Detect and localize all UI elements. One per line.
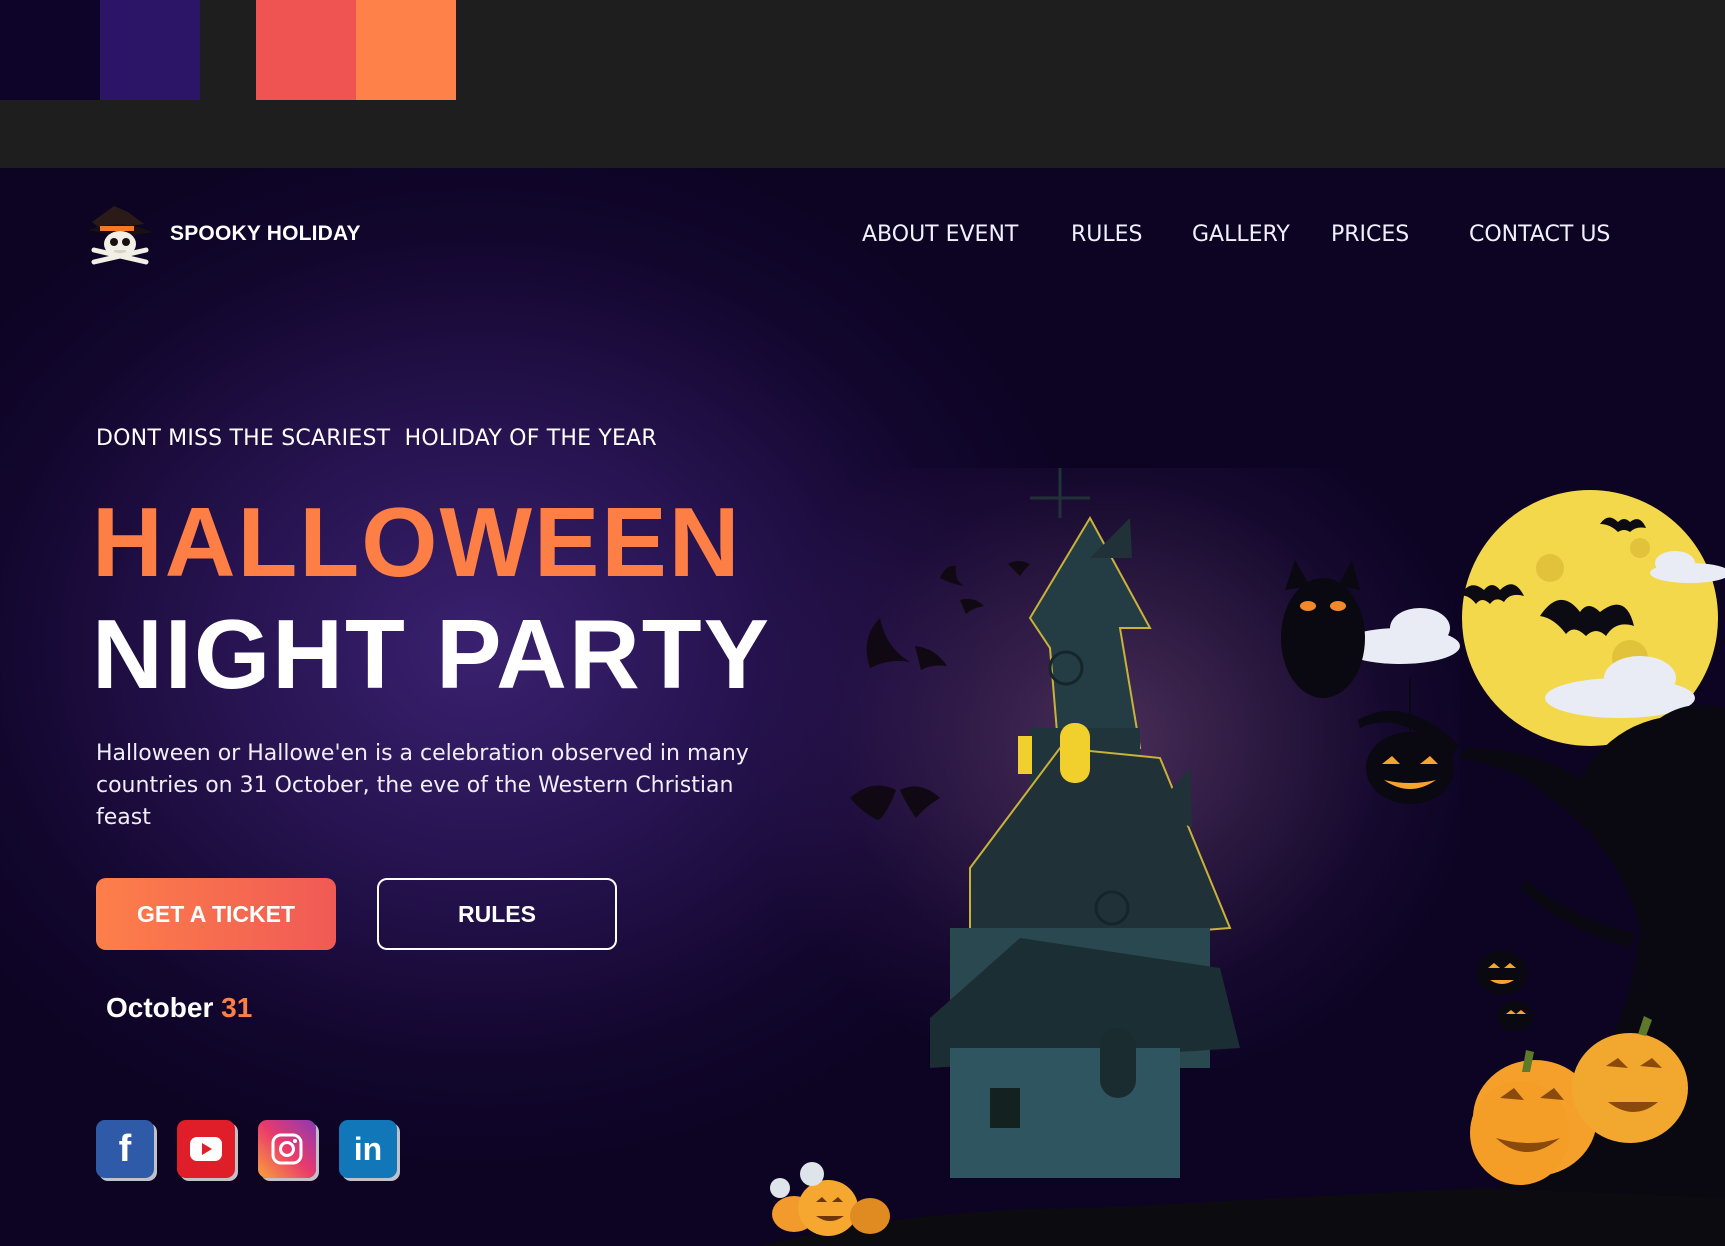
hero-title-line1: HALLOWEEN — [92, 487, 742, 597]
event-date-month: October — [106, 992, 214, 1023]
haunted-house-illustration — [760, 468, 1725, 1246]
ghost-icon — [800, 1162, 824, 1186]
haunted-house-icon — [930, 468, 1240, 1178]
event-date: October 31 — [106, 992, 252, 1024]
nav-about-event[interactable]: ABOUT EVENT — [862, 222, 1018, 247]
color-swatch-purple — [100, 0, 200, 100]
youtube-icon[interactable] — [177, 1120, 235, 1178]
linkedin-icon[interactable]: in — [339, 1120, 397, 1178]
nav-gallery[interactable]: GALLERY — [1192, 222, 1290, 247]
hero-title-line2: NIGHT PARTY — [92, 599, 771, 709]
facebook-icon[interactable]: f — [96, 1120, 154, 1178]
nav-rules[interactable]: RULES — [1071, 222, 1143, 247]
skull-witch-hat-icon — [88, 206, 152, 265]
nav-prices[interactable]: PRICES — [1331, 222, 1409, 247]
jack-o-lantern-icon — [1476, 951, 1533, 1031]
hero-eyebrow: DONT MISS THE SCARIEST HOLIDAY OF THE YE… — [96, 426, 657, 451]
bat-icon — [850, 561, 1030, 820]
jack-o-lantern-icon — [1366, 732, 1454, 804]
brand-logo[interactable]: SPOOKY HOLIDAY — [84, 200, 361, 268]
color-palette — [0, 0, 1725, 168]
social-links: f in — [96, 1120, 420, 1178]
owl-icon — [1281, 560, 1365, 698]
color-swatch-dark — [0, 0, 100, 100]
instagram-icon[interactable] — [258, 1120, 316, 1178]
color-swatch-red — [256, 0, 356, 100]
hero-description: Halloween or Hallowe'en is a celebration… — [96, 741, 749, 830]
hero-section: SPOOKY HOLIDAY ABOUT EVENT RULES GALLERY… — [0, 168, 1725, 1246]
event-date-day: 31 — [221, 992, 253, 1023]
brand-name: SPOOKY HOLIDAY — [170, 222, 361, 245]
get-ticket-button[interactable]: GET A TICKET — [96, 878, 336, 950]
ghost-icon — [770, 1178, 790, 1198]
color-swatch-orange — [356, 0, 456, 100]
rules-button[interactable]: RULES — [377, 878, 617, 950]
nav-contact-us[interactable]: CONTACT US — [1469, 222, 1610, 247]
